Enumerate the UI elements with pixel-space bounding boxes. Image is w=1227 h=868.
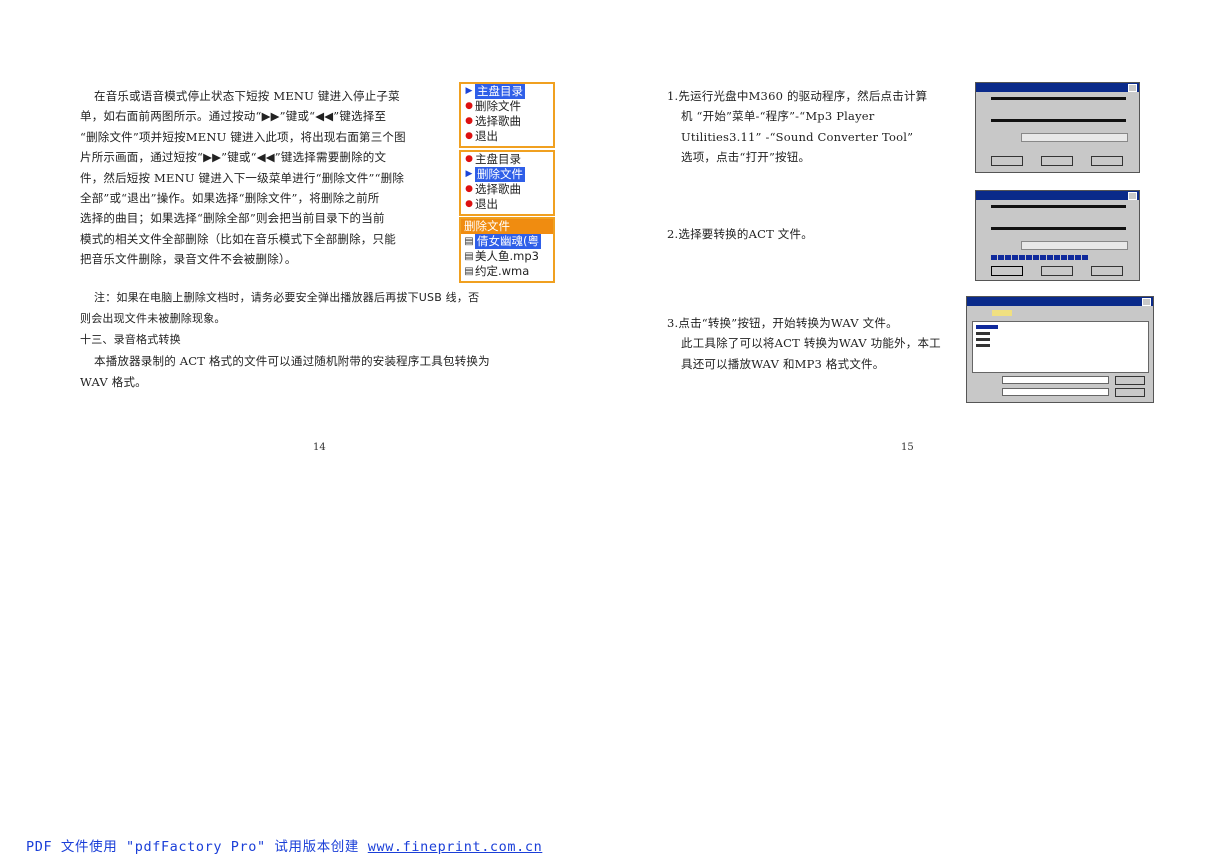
pdf-footer: PDF 文件使用 "pdfFactory Pro" 试用版本创建 www.fin… <box>26 835 542 855</box>
selection-arrow-icon: ▶ <box>465 169 473 179</box>
converter-dialog-1 <box>975 82 1140 173</box>
menu-item-label: 主盘目录 <box>475 152 521 166</box>
menu-item[interactable]: ● 主盘目录 <box>461 152 553 167</box>
text-line: 把音乐文件删除，录音文件不会被删除）。 <box>80 252 297 267</box>
menu-item-label: 选择歌曲 <box>475 114 521 128</box>
section-heading: 十三、录音格式转换 <box>80 333 181 346</box>
note-line-1: 注：如果在电脑上删除文档时，请务必要安全弹出播放器后再拔下USB 线，否 <box>94 291 480 304</box>
device-menu-2: ● 主盘目录 ▶ 删除文件 ● 选择歌曲 ● 退出 <box>459 150 555 216</box>
file-item[interactable]: ▤ 约定.wma <box>461 264 553 279</box>
step-1-text: 1.先运行光盘中M360 的驱动程序，然后点击计算机 “开始”菜单-“程序”-“… <box>667 86 967 168</box>
close-icon <box>1128 192 1137 200</box>
bullet-icon: ● <box>465 131 473 141</box>
menu-item-label: 删除文件 <box>475 99 521 113</box>
bullet-icon: ● <box>465 116 473 126</box>
text-line: 片所示画面，通过短按“▶▶”键或“◀◀”键选择需要删除的文 <box>80 150 387 165</box>
section-text-line-1: 本播放器录制的 ACT 格式的文件可以通过随机附带的安装程序工具包转换为 <box>94 354 490 368</box>
close-icon <box>1142 298 1151 306</box>
menu-item[interactable]: ● 退出 <box>461 129 553 144</box>
file-icon: ▤ <box>464 251 474 262</box>
text-line: 选项，点击“打开”按钮。 <box>681 150 811 165</box>
text-line: 件，然后短按 MENU 键进入下一级菜单进行“删除文件”“删除 <box>80 170 405 185</box>
text-line: 选择的曲目；如果选择“删除全部”则会把当前目录下的当前 <box>80 211 385 226</box>
dialog-title-bar <box>976 191 1139 200</box>
footer-text: PDF 文件使用 "pdfFactory Pro" 试用版本创建 <box>26 839 368 855</box>
menu-item[interactable]: ▶ 主盘目录 <box>461 84 553 99</box>
filetype-select[interactable] <box>1002 388 1109 396</box>
file-item-label: 美人鱼.mp3 <box>475 249 539 263</box>
menu-item-label: 主盘目录 <box>475 84 525 99</box>
ok-button[interactable] <box>1091 156 1123 166</box>
step-3-text: 3.点击“转换”按钮，开始转换为WAV 文件。此工具除了可以将ACT 转换为WA… <box>667 313 967 374</box>
left-paragraph: 在音乐或语音模式停止状态下短按 MENU 键进入停止子菜单，如右面前两图所示。通… <box>80 86 450 270</box>
progress-bar <box>991 255 1089 260</box>
file-item-label: 约定.wma <box>475 264 530 278</box>
file-list-box[interactable] <box>972 321 1149 373</box>
close-icon <box>1128 84 1137 92</box>
note-line-2: 则会出现文件未被删除现象。 <box>80 312 226 325</box>
convert-button[interactable] <box>991 266 1023 276</box>
bullet-icon: ● <box>465 154 473 164</box>
menu-item-label: 退出 <box>475 197 498 211</box>
text-line: Utilities3.11” -“Sound Converter Tool” <box>681 129 914 144</box>
file-icon: ▤ <box>464 266 474 277</box>
page-number-right: 15 <box>901 442 914 453</box>
folder-dropdown[interactable] <box>992 310 1012 316</box>
text-line: 机 “开始”菜单-“程序”-“Mp3 Player <box>681 109 875 124</box>
menu-item[interactable]: ● 删除文件 <box>461 99 553 114</box>
selection-arrow-icon: ▶ <box>465 86 473 96</box>
menu-item[interactable]: ▶ 删除文件 <box>461 167 553 182</box>
text-line: 全部”或“退出”操作。如果选择“删除文件”，将删除之前所 <box>80 191 380 206</box>
dialog-title-bar <box>967 297 1153 306</box>
file-list-header: 删除文件 <box>461 219 553 234</box>
file-open-dialog <box>966 296 1154 403</box>
device-menu-1: ▶ 主盘目录 ● 删除文件 ● 选择歌曲 ● 退出 <box>459 82 555 148</box>
converter-dialog-2 <box>975 190 1140 281</box>
file-icon: ▤ <box>464 236 474 247</box>
menu-item[interactable]: ● 退出 <box>461 197 553 212</box>
text-line: 单，如右面前两图所示。通过按动“▶▶”键或“◀◀”键选择至 <box>80 109 387 124</box>
dialog-title-bar <box>976 83 1139 92</box>
menu-item[interactable]: ● 选择歌曲 <box>461 182 553 197</box>
text-line: 1.先运行光盘中M360 的驱动程序，然后点击计算 <box>667 89 928 103</box>
section-text-line-2: WAV 格式。 <box>80 375 147 389</box>
bullet-icon: ● <box>465 101 473 111</box>
text-line: “删除文件”项并短按MENU 键进入此项，将出现右面第三个图 <box>80 129 406 144</box>
step-2-text: 2.选择要转换的ACT 文件。 <box>667 227 813 241</box>
cancel-button[interactable] <box>1115 388 1145 397</box>
ok-button[interactable] <box>1091 266 1123 276</box>
bullet-icon: ● <box>465 184 473 194</box>
bullet-icon: ● <box>465 199 473 209</box>
text-line: 模式的相关文件全部删除（比如在音乐模式下全部删除，只能 <box>80 231 396 246</box>
footer-link[interactable]: www.fineprint.com.cn <box>368 839 543 855</box>
text-line: 此工具除了可以将ACT 转换为WAV 功能外，本工 <box>681 336 941 351</box>
menu-item-label: 删除文件 <box>475 167 525 182</box>
open-button[interactable] <box>1115 376 1145 385</box>
filename-input[interactable] <box>1002 376 1109 384</box>
convert-button[interactable] <box>991 156 1023 166</box>
file-item[interactable]: ▤ 倩女幽魂(粤 <box>461 234 553 249</box>
play-button[interactable] <box>1041 156 1073 166</box>
play-button[interactable] <box>1041 266 1073 276</box>
file-item-label: 倩女幽魂(粤 <box>475 234 541 249</box>
device-file-list: 删除文件 ▤ 倩女幽魂(粤 ▤ 美人鱼.mp3 ▤ 约定.wma <box>459 217 555 283</box>
menu-item-label: 选择歌曲 <box>475 182 521 196</box>
text-line: 具还可以播放WAV 和MP3 格式文件。 <box>681 356 885 371</box>
page-number-left: 14 <box>313 442 326 453</box>
text-line: 3.点击“转换”按钮，开始转换为WAV 文件。 <box>667 316 898 330</box>
menu-item-label: 退出 <box>475 129 498 143</box>
menu-item[interactable]: ● 选择歌曲 <box>461 114 553 129</box>
text-line: 在音乐或语音模式停止状态下短按 MENU 键进入停止子菜 <box>94 89 400 103</box>
file-item[interactable]: ▤ 美人鱼.mp3 <box>461 249 553 264</box>
